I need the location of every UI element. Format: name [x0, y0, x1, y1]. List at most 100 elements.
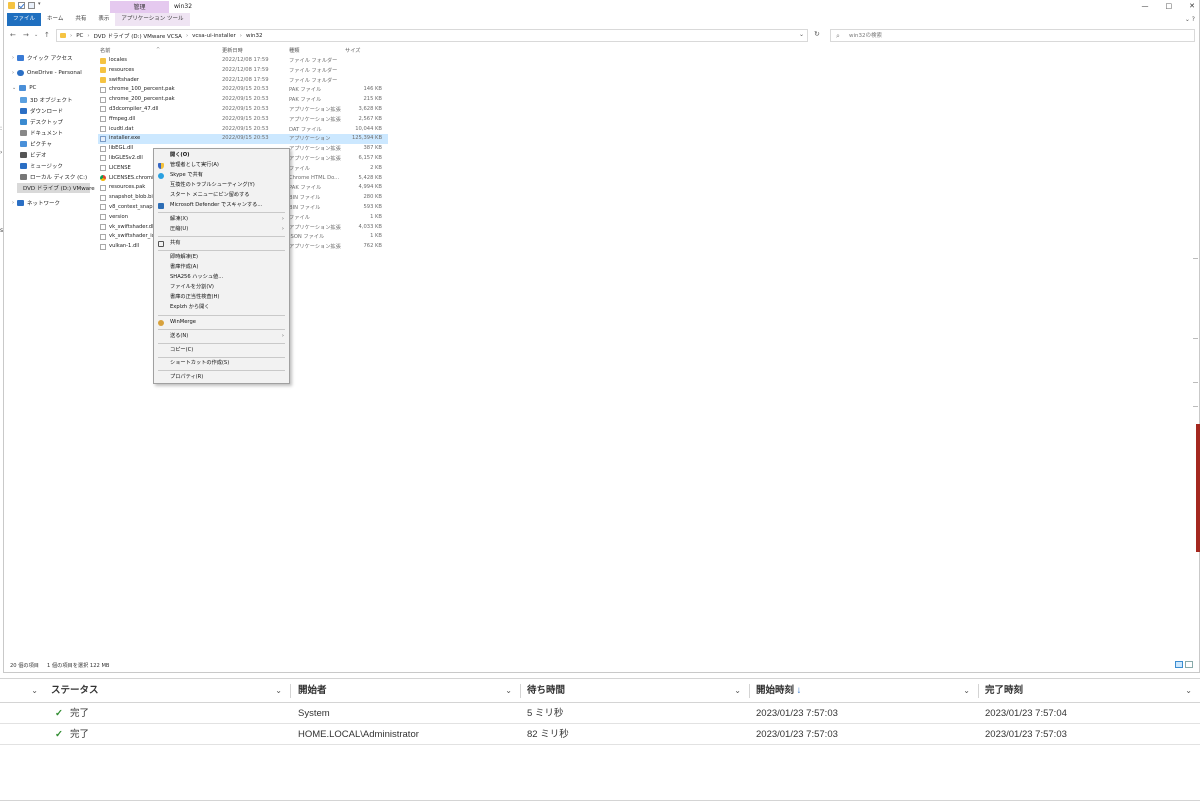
menu-item-copy[interactable]: コピー(C) [154, 346, 289, 355]
breadcrumb-dvd-drive[interactable]: DVD ドライブ (D:) VMware VCSA [94, 32, 182, 40]
defender-icon [158, 202, 164, 209]
search-input[interactable]: ⌕ win32の検索 [830, 29, 1195, 42]
properties-icon[interactable] [18, 2, 25, 9]
nav-item-desktop[interactable]: デスクトップ [20, 117, 63, 127]
nav-item-pictures[interactable]: ピクチャ [20, 139, 52, 149]
status-filter-icon[interactable]: ⌄ [28, 679, 46, 703]
breadcrumb-vcsa-ui-installer[interactable]: vcsa-ui-installer [192, 33, 236, 39]
title-bar: ▾ 管理 win32 — □ ✕ [4, 0, 1199, 13]
file-icon [100, 106, 106, 113]
menu-item-extract[interactable]: 解凍(X) › [154, 215, 289, 224]
chevron-down-icon[interactable]: ⌄ [734, 679, 741, 703]
up-arrow-icon[interactable]: ↑ [44, 31, 50, 39]
menu-item-defender-scan[interactable]: Microsoft Defender でスキャンする... [154, 201, 289, 210]
maximize-button[interactable]: □ [1166, 2, 1173, 10]
table-row[interactable]: ✓ 完了 HOME.LOCAL\Administrator 82 ミリ秒 202… [0, 724, 1200, 745]
address-dropdown-icon[interactable]: ⌄ [799, 31, 804, 38]
file-type: JSON ファイル [289, 234, 325, 241]
menu-item-compat-troubleshoot[interactable]: 互換性のトラブルシューティング(Y) [154, 181, 289, 190]
customize-toolbar-icon[interactable]: ▾ [38, 2, 45, 9]
menu-item-create-shortcut[interactable]: ショートカットの作成(S) [154, 359, 289, 368]
new-folder-icon[interactable] [28, 2, 35, 9]
close-button[interactable]: ✕ [1189, 2, 1195, 10]
menu-item-sha256[interactable]: SHA256 ハッシュ値... [154, 273, 289, 282]
menu-item-compress[interactable]: 圧縮(U) › [154, 225, 289, 234]
table-row[interactable]: ✓ 完了 System 5 ミリ秒 2023/01/23 7:57:03 202… [0, 703, 1200, 724]
chevron-down-icon[interactable]: ⌄ [505, 679, 512, 703]
file-row[interactable]: d3dcompiler_47.dll 2022/09/15 20:53 アプリケーシ… [98, 105, 388, 115]
nav-item-pc[interactable]: ⌄ PC [12, 83, 36, 93]
menu-item-split-file[interactable]: ファイルを分割(V) [154, 283, 289, 292]
nav-item-local-disk[interactable]: ローカル ディスク (C:) [20, 172, 87, 182]
details-view-icon[interactable] [1175, 661, 1183, 668]
breadcrumb-win32[interactable]: win32 [246, 33, 263, 39]
tab-file[interactable]: ファイル [7, 13, 42, 26]
menu-item-skype-share[interactable]: Skype で共有 [154, 171, 289, 180]
nav-item-network[interactable]: › ネットワーク [12, 198, 60, 208]
nav-item-music[interactable]: ミュージック [20, 161, 63, 171]
nav-item-dvd-drive[interactable]: DVD ドライブ (D:) VMware [17, 183, 95, 193]
background-window-edge [1193, 382, 1198, 383]
menu-item-run-as-admin[interactable]: 管理者として実行(A) [154, 161, 289, 170]
menu-separator [158, 315, 285, 316]
file-row[interactable]: installer.exe 2022/09/15 20:53 アプリケーション 125… [98, 134, 388, 145]
menu-item-verify-archive[interactable]: 書庫の正当性検査(H) [154, 293, 289, 302]
column-type[interactable]: 種類 [289, 47, 299, 54]
cube-icon [20, 97, 27, 103]
tab-home[interactable]: ホーム [41, 13, 69, 26]
file-row[interactable]: ffmpeg.dll 2022/09/15 20:53 アプリケーション拡張 2,56… [98, 115, 388, 125]
recent-locations-icon[interactable]: ⌄ [34, 32, 38, 38]
file-row[interactable]: chrome_100_percent.pak 2022/09/15 20:53 PA… [98, 85, 388, 95]
file-type: ファイル フォルダー [289, 67, 338, 74]
tab-application-tools[interactable]: アプリケーション ツール [115, 13, 190, 26]
menu-item-send-to[interactable]: 送る(N) › [154, 332, 289, 341]
chevron-down-icon[interactable]: ⌄ [275, 679, 282, 703]
file-size: 1 KB [370, 233, 382, 240]
menu-item-winmerge[interactable]: WinMerge [154, 318, 289, 327]
menu-item-instant-extract[interactable]: 即時解凍(E) [154, 253, 289, 262]
menu-item-pin-to-start[interactable]: スタート メニューにピン留めする [154, 191, 289, 200]
file-row[interactable]: icudtl.dat 2022/09/15 20:53 DAT ファイル 10,044… [98, 125, 388, 135]
search-placeholder: win32の検索 [849, 33, 883, 39]
file-row[interactable]: swiftshader 2022/12/08 17:59 ファイル フォルダー [98, 76, 388, 86]
menu-item-open-with-explzh[interactable]: Explzh から開く [154, 303, 289, 312]
chevron-down-icon[interactable]: ⌄ [963, 679, 970, 703]
column-end-time[interactable]: 完了時刻 ⌄ [979, 679, 1200, 703]
forward-arrow-icon[interactable]: → [23, 31, 29, 39]
ribbon-expand-icon[interactable]: ⌄ ? [1185, 16, 1195, 23]
large-icons-view-icon[interactable] [1185, 661, 1193, 668]
tab-view[interactable]: 表示 [92, 13, 115, 26]
column-wait-time[interactable]: 待ち時間 ⌄ [521, 679, 749, 703]
nav-item-3d-objects[interactable]: 3D オブジェクト [20, 95, 72, 105]
address-bar[interactable]: › PC › DVD ドライブ (D:) VMware VCSA › vcsa-… [56, 29, 808, 42]
menu-item-properties[interactable]: プロパティ(R) [154, 373, 289, 382]
manage-context-tab[interactable]: 管理 [110, 1, 169, 13]
menu-item-open[interactable]: 開く(O) [154, 151, 289, 160]
file-name: snapshot_blob.bin [109, 194, 157, 201]
breadcrumb-pc[interactable]: PC [76, 33, 83, 39]
file-row[interactable]: chrome_200_percent.pak 2022/09/15 20:53 PA… [98, 95, 388, 105]
minimize-button[interactable]: — [1142, 2, 1149, 10]
column-initiator[interactable]: 開始者 ⌄ [292, 679, 520, 703]
back-arrow-icon[interactable]: ← [10, 31, 16, 39]
refresh-icon[interactable]: ↻ [814, 30, 820, 38]
pc-icon [19, 85, 27, 91]
nav-item-videos[interactable]: ビデオ [20, 150, 47, 160]
column-start-time[interactable]: 開始時刻 ↓ ⌄ [750, 679, 978, 703]
column-status[interactable]: ステータス ⌄ [45, 679, 290, 703]
menu-item-create-archive[interactable]: 書庫作成(A) [154, 263, 289, 272]
file-row[interactable]: resources 2022/12/08 17:59 ファイル フォルダー [98, 66, 388, 76]
file-row[interactable]: locales 2022/12/08 17:59 ファイル フォルダー [98, 56, 388, 66]
nav-item-quick-access[interactable]: › クイック アクセス [12, 53, 72, 63]
nav-item-documents[interactable]: ドキュメント [20, 128, 63, 138]
column-name[interactable]: 名前 [100, 47, 110, 54]
column-size[interactable]: サイズ [345, 47, 360, 54]
chevron-down-icon[interactable]: ⌄ [1185, 679, 1192, 703]
column-date[interactable]: 更新日時 [222, 47, 243, 54]
nav-item-downloads[interactable]: ダウンロード [20, 106, 63, 116]
menu-item-share[interactable]: 共有 [154, 239, 289, 248]
tab-share[interactable]: 共有 [69, 13, 92, 26]
nav-item-onedrive[interactable]: › OneDrive - Personal [12, 68, 82, 78]
window-controls: — □ ✕ [1142, 2, 1196, 10]
file-icon [100, 96, 106, 103]
